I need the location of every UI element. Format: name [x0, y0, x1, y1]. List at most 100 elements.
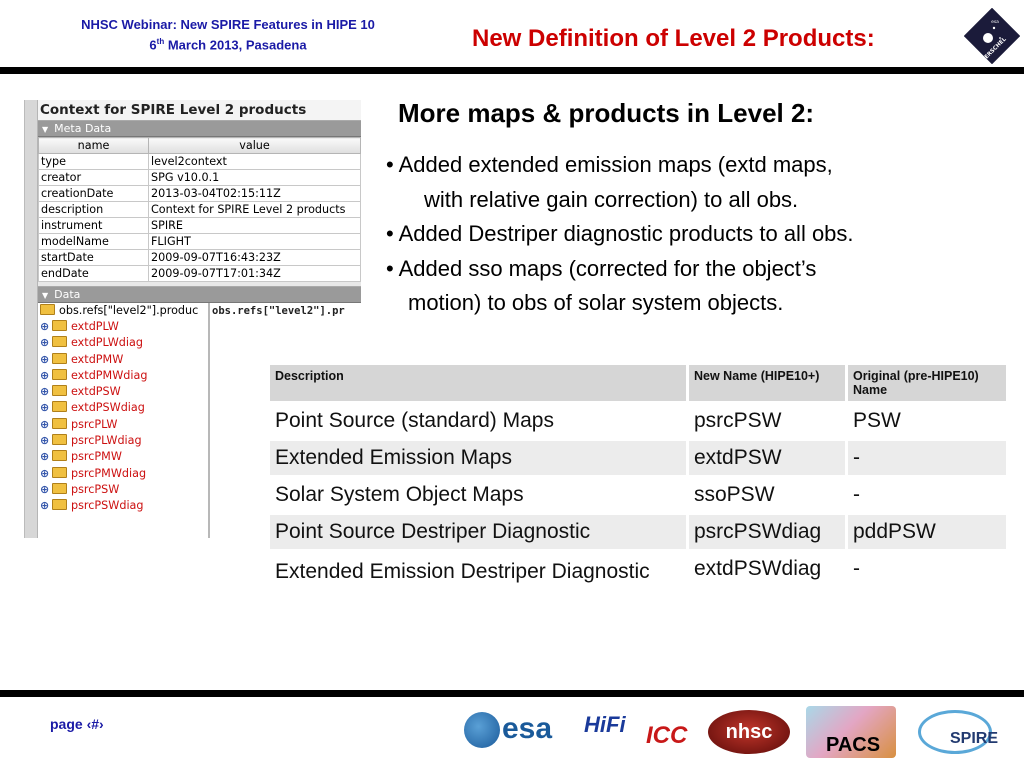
cell-description: Solar System Object Maps — [275, 483, 524, 506]
tree-item[interactable]: ⊕ psrcPSWdiag — [38, 498, 208, 514]
tree-root[interactable]: obs.refs["level2"].produc — [38, 303, 208, 319]
pacs-logo: PACS — [826, 734, 881, 756]
expand-icon[interactable]: ⊕ — [40, 400, 49, 416]
collapse-triangle-icon[interactable]: ▼ — [42, 288, 48, 303]
folder-open-icon — [40, 304, 55, 315]
bullet-2-line1: • Added Destriper diagnostic products to… — [386, 221, 854, 246]
tree-item[interactable]: ⊕ psrcPLWdiag — [38, 433, 208, 449]
section-subheading: More maps & products in Level 2: — [398, 98, 815, 128]
meta-key-cell: startDate — [38, 249, 149, 266]
table-row: Point Source (standard) Maps psrcPSW PSW — [270, 404, 1006, 438]
tree-item[interactable]: ⊕ psrcPSW — [38, 482, 208, 498]
table-row[interactable]: creator SPG v10.0.1 — [38, 169, 361, 186]
meta-key-cell: description — [38, 201, 149, 218]
meta-data-section-label: Meta Data — [54, 122, 112, 135]
header-original-name: Original (pre-HIPE10) Name — [848, 365, 1006, 401]
meta-key-cell: creationDate — [38, 185, 149, 202]
webinar-title: NHSC Webinar: New SPIRE Features in HIPE… — [81, 17, 375, 32]
meta-value-cell: SPG v10.0.1 — [148, 169, 361, 186]
cell-new-name: extdPSWdiag — [694, 557, 822, 580]
cell-description: Point Source Destriper Diagnostic — [270, 515, 686, 549]
table-row: Solar System Object Maps ssoPSW - — [270, 478, 1006, 512]
bullet-3-line1: • Added sso maps (corrected for the obje… — [386, 255, 817, 281]
table-row[interactable]: startDate 2009-09-07T16:43:23Z — [38, 249, 361, 266]
tree-item[interactable]: ⊕ extdPMW — [38, 352, 208, 368]
expand-icon[interactable]: ⊕ — [40, 384, 49, 400]
tree-item[interactable]: ⊕ extdPSWdiag — [38, 400, 208, 416]
page-number: page ‹#› — [50, 716, 104, 732]
meta-value-cell: 2013-03-04T02:15:11Z — [148, 185, 361, 202]
cell-description: Extended Emission Destriper Diagnostic — [275, 560, 650, 583]
tree-item[interactable]: ⊕ extdPLWdiag — [38, 335, 208, 351]
date-rest: March 2013, Pasadena — [164, 37, 307, 53]
date-day: 6 — [149, 37, 157, 53]
folder-icon — [52, 450, 67, 462]
header-description: Description — [270, 365, 686, 401]
table-row[interactable]: type level2context — [38, 153, 361, 170]
folder-icon — [52, 434, 67, 446]
cell-new-name: ssoPSW — [694, 483, 775, 506]
tree-item[interactable]: ⊕ psrcPMW — [38, 449, 208, 465]
meta-value-cell: SPIRE — [148, 217, 361, 234]
folder-icon — [52, 466, 67, 478]
tree-item-label: extdPLW — [71, 320, 119, 333]
slide-title: New Definition of Level 2 Products: — [472, 25, 875, 52]
product-names-table: Description New Name (HIPE10+) Original … — [267, 362, 1009, 597]
tree-item-label: psrcPLW — [71, 417, 118, 431]
table-row[interactable]: description Context for SPIRE Level 2 pro… — [38, 201, 361, 218]
table-row[interactable]: creationDate 2013-03-04T02:15:11Z — [38, 185, 361, 202]
expand-icon[interactable]: ⊕ — [40, 498, 49, 514]
tree-item[interactable]: ⊕ extdPLW — [38, 319, 208, 335]
expand-icon[interactable]: ⊕ — [40, 433, 49, 449]
expand-icon[interactable]: ⊕ — [40, 417, 49, 433]
cell-new-name: extdPSW — [689, 441, 845, 475]
header-divider — [0, 67, 1024, 74]
expand-icon[interactable]: ⊕ — [40, 482, 49, 498]
table-row[interactable]: modelName FLIGHT — [38, 233, 361, 250]
footer-divider — [0, 690, 1024, 697]
meta-value-cell: Context for SPIRE Level 2 products — [148, 201, 361, 218]
expand-icon[interactable]: ⊕ — [40, 352, 49, 368]
tree-item[interactable]: ⊕ psrcPLW — [38, 417, 208, 433]
meta-value-cell: FLIGHT — [148, 233, 361, 250]
tree-item[interactable]: ⊕ extdPSW — [38, 384, 208, 400]
herschel-logo-icon: HERSCHEL esa — [964, 8, 1020, 64]
collapse-triangle-icon[interactable]: ▼ — [42, 122, 48, 137]
selected-path-label: obs.refs["level2"].pr — [212, 305, 345, 317]
column-header-value[interactable]: value — [148, 137, 361, 154]
table-row[interactable]: endDate 2009-09-07T17:01:34Z — [38, 265, 361, 282]
meta-data-section-header[interactable]: ▼ Meta Data — [38, 121, 361, 137]
esa-small-text: esa — [991, 20, 999, 25]
meta-value-cell: level2context — [148, 153, 361, 170]
expand-icon[interactable]: ⊕ — [40, 335, 49, 351]
folder-icon — [52, 482, 67, 494]
expand-icon[interactable]: ⊕ — [40, 466, 49, 482]
cell-original-name: - — [853, 557, 860, 580]
expand-icon[interactable]: ⊕ — [40, 368, 49, 384]
data-section-label: Data — [54, 288, 81, 301]
tree-item[interactable]: ⊕ psrcPMWdiag — [38, 466, 208, 482]
tree-item-label: psrcPSW — [71, 482, 120, 496]
cell-original-name: - — [848, 441, 1006, 475]
folder-icon — [52, 499, 67, 511]
data-section-header[interactable]: ▼ Data — [38, 287, 361, 303]
esa-globe-icon — [464, 712, 500, 748]
folder-icon — [52, 401, 67, 413]
cell-new-name: psrcPSW — [694, 409, 782, 432]
bullet-1-line1: • Added extended emission maps (extd map… — [386, 152, 833, 177]
folder-icon — [52, 352, 67, 364]
folder-icon — [52, 368, 67, 380]
esa-logo: esa — [502, 712, 553, 745]
tree-item-label: psrcPLWdiag — [71, 434, 142, 448]
cell-description: Point Source (standard) Maps — [275, 409, 554, 432]
tree-item[interactable]: ⊕ extdPMWdiag — [38, 368, 208, 384]
table-row[interactable]: instrument SPIRE — [38, 217, 361, 234]
table-row: Extended Emission Destriper Diagnostic e… — [270, 552, 1006, 594]
column-header-name[interactable]: name — [38, 137, 149, 154]
meta-key-cell: creator — [38, 169, 149, 186]
tree-item-label: psrcPMWdiag — [71, 466, 147, 480]
expand-icon[interactable]: ⊕ — [40, 319, 49, 335]
meta-key-cell: instrument — [38, 217, 149, 234]
expand-icon[interactable]: ⊕ — [40, 449, 49, 465]
table-header-row: Description New Name (HIPE10+) Original … — [270, 365, 1006, 401]
